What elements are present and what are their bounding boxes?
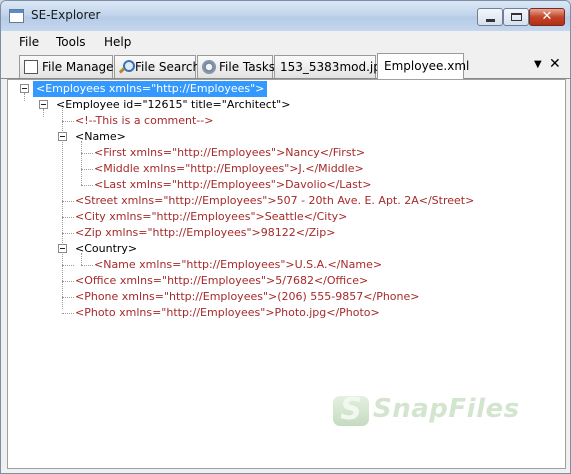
tree-connector [62, 121, 74, 122]
tree-node-last[interactable]: <Last xmlns="http://Employees">Davolio</… [94, 177, 371, 193]
tab-file-tasks[interactable]: File Tasks [197, 55, 276, 78]
tree-connector [62, 297, 74, 298]
watermark-text: SnapFiles [373, 394, 520, 424]
tree-node-office[interactable]: <Office xmlns="http://Employees">5/7682<… [75, 273, 368, 289]
tab-file-manager[interactable]: File Manager [19, 55, 119, 78]
tab-file-search[interactable]: File Search [114, 55, 200, 78]
tree-node-photo[interactable]: <Photo xmlns="http://Employees">Photo.jp… [75, 305, 380, 321]
tree-node-employees[interactable]: <Employees xmlns="http://Employees"> [33, 81, 268, 97]
menu-help[interactable]: Help [104, 35, 131, 49]
tree-connector [62, 265, 74, 266]
app-window: SE-Explorer ✕ File Tools Help File Manag… [0, 0, 571, 474]
minimize-button[interactable] [477, 8, 503, 26]
collapse-toggle-icon[interactable] [58, 244, 67, 253]
watermark-badge-icon: S [333, 392, 369, 427]
search-icon [119, 60, 135, 74]
tree-node-comment[interactable]: <!--This is a comment--> [75, 113, 213, 129]
tab-label: File Search [135, 60, 201, 74]
tab-label: 153_5383mod.jpg [280, 60, 389, 74]
app-icon [9, 9, 24, 23]
tree-connector [81, 169, 93, 170]
tree-connector [81, 141, 82, 185]
xml-view-panel: <Employees xmlns="http://Employees"> <Em… [7, 79, 566, 469]
snapfiles-watermark: S SnapFiles [333, 392, 533, 427]
tree-node-street[interactable]: <Street xmlns="http://Employees">507 - 2… [75, 193, 474, 209]
tree-connector [81, 185, 93, 186]
tree-node-first[interactable]: <First xmlns="http://Employees">Nancy</F… [94, 145, 365, 161]
maximize-button[interactable] [503, 8, 529, 26]
tree-node-country-name[interactable]: <Name xmlns="http://Employees">U.S.A.</N… [94, 257, 382, 273]
close-window-button[interactable]: ✕ [529, 8, 565, 26]
menu-bar: File Tools Help [1, 31, 570, 53]
tab-label: File Tasks [219, 60, 276, 74]
minimize-icon [486, 19, 495, 22]
close-tab-icon[interactable]: ✕ [549, 56, 561, 72]
tree-connector [81, 153, 93, 154]
tree-node-employee[interactable]: <Employee id="12615" title="Architect"> [56, 97, 290, 113]
tree-connector [62, 281, 74, 282]
tab-image-file[interactable]: 153_5383mod.jpg [274, 55, 388, 78]
tree-node-middle[interactable]: <Middle xmlns="http://Employees">J.</Mid… [94, 161, 364, 177]
collapse-toggle-icon[interactable] [58, 132, 67, 141]
tree-node-phone[interactable]: <Phone xmlns="http://Employees">(206) 55… [75, 289, 419, 305]
tree-connector [62, 233, 74, 234]
window-title: SE-Explorer [31, 8, 101, 22]
tab-label: File Manager [42, 60, 119, 74]
close-icon: ✕ [541, 9, 553, 24]
tree-connector [62, 313, 74, 314]
tree-node-name[interactable]: <Name> [75, 129, 126, 145]
tree-node-zip[interactable]: <Zip xmlns="http://Employees">98122</Zip… [75, 225, 335, 241]
tree-connector [62, 201, 74, 202]
tab-label: Employee.xml [384, 59, 470, 73]
menu-tools[interactable]: Tools [56, 35, 86, 49]
tree-connector [43, 109, 44, 117]
title-bar[interactable]: SE-Explorer ✕ [1, 1, 570, 31]
tree-connector [81, 265, 93, 266]
tree-connector [24, 93, 25, 101]
collapse-toggle-icon[interactable] [39, 100, 48, 109]
tree-connector [62, 217, 74, 218]
tab-employee-xml[interactable]: Employee.xml [377, 53, 469, 79]
collapse-toggle-icon[interactable] [20, 84, 29, 93]
gear-icon [202, 60, 216, 74]
tab-bar: File Manager File Search File Tasks 153_… [1, 53, 570, 79]
maximize-icon [511, 13, 522, 21]
tab-list-dropdown-icon[interactable]: ▼ [534, 59, 542, 70]
file-manager-icon [24, 60, 38, 74]
menu-file[interactable]: File [19, 35, 39, 49]
tree-node-city[interactable]: <City xmlns="http://Employees">Seattle</… [75, 209, 347, 225]
tree-node-country[interactable]: <Country> [75, 241, 137, 257]
